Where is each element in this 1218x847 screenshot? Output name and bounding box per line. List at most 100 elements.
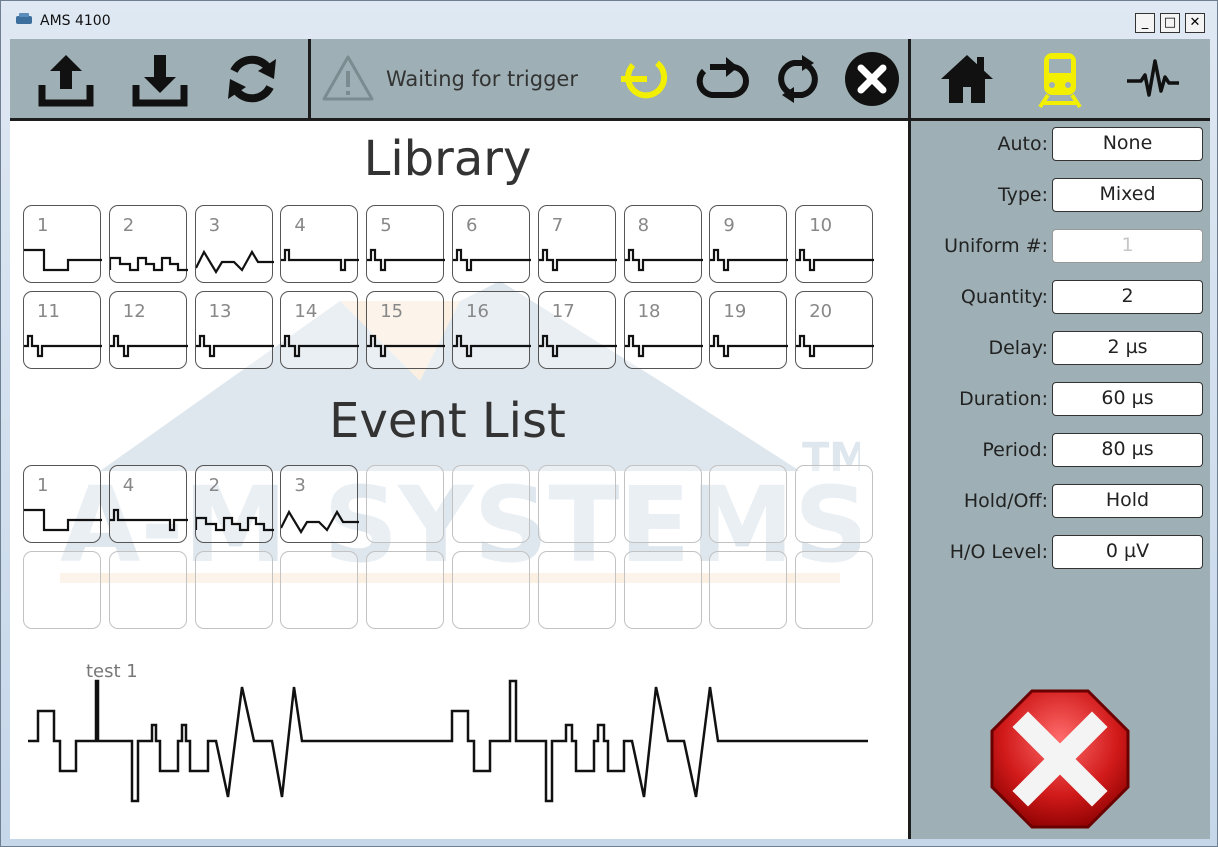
waveform-icon [710, 334, 789, 358]
event-list-title: Event List [329, 393, 566, 449]
waveform-icon [453, 248, 531, 272]
event-tile[interactable]: 3 [280, 465, 360, 543]
waveform-icon [710, 248, 789, 272]
event-tile[interactable] [537, 551, 616, 629]
app-logo-icon [16, 13, 32, 24]
library-tile[interactable]: 2 [108, 205, 188, 283]
waveform-icon [281, 248, 360, 272]
train-mode-button[interactable] [1028, 47, 1092, 111]
pulse-mode-button[interactable] [1121, 47, 1185, 111]
library-tile[interactable]: 13 [194, 291, 274, 369]
event-tile[interactable]: 2 [194, 465, 274, 543]
property-field: 1 [1052, 229, 1203, 263]
waveform-icon [195, 249, 274, 275]
property-field[interactable]: 2 µs [1052, 331, 1203, 365]
property-field[interactable]: 80 µs [1052, 433, 1203, 467]
library-tile[interactable]: 12 [108, 291, 188, 369]
library-tile[interactable]: 17 [537, 291, 617, 369]
event-tile[interactable] [452, 465, 530, 543]
repeat-icon [696, 57, 749, 98]
minimize-button[interactable]: _ [1135, 13, 1155, 33]
property-label: Period: [982, 439, 1048, 461]
library-title: Library [363, 131, 532, 187]
cancel-stop-button[interactable] [988, 687, 1132, 831]
property-field[interactable]: 60 µs [1052, 382, 1203, 416]
cycle-icon [778, 55, 818, 103]
home-button[interactable] [935, 47, 999, 111]
library-tile[interactable]: 10 [795, 205, 875, 283]
property-label: Auto: [997, 133, 1048, 155]
cycle-button[interactable] [766, 47, 830, 111]
trigger-icon [621, 60, 668, 99]
property-label: Delay: [988, 337, 1048, 359]
property-field[interactable]: 2 [1052, 280, 1203, 314]
waveform-icon [195, 516, 274, 532]
event-tile[interactable] [194, 551, 273, 629]
event-tile[interactable] [623, 551, 702, 629]
event-tile[interactable] [108, 551, 187, 629]
sequence-trace [28, 679, 868, 803]
library-tile[interactable]: 16 [452, 291, 531, 369]
stop-button[interactable] [840, 47, 904, 111]
event-tile[interactable] [452, 551, 530, 629]
properties-panel: Auto: None Type: Mixed Uniform #: 1 Quantity: 2… [908, 121, 1210, 839]
library-tile[interactable]: 11 [23, 291, 102, 369]
library-tile[interactable]: 8 [623, 205, 703, 283]
library-tile[interactable]: 3 [194, 205, 274, 283]
home-icon [941, 55, 993, 103]
event-tile[interactable] [23, 551, 101, 629]
waveform-icon [109, 256, 188, 272]
waveform-icon [195, 334, 274, 358]
library-tile[interactable]: 6 [452, 205, 531, 283]
library-tile[interactable]: 4 [280, 205, 360, 283]
trigger-button[interactable] [615, 47, 679, 111]
property-label: Type: [997, 184, 1048, 206]
repeat-button[interactable] [690, 47, 754, 111]
close-window-button[interactable]: ✕ [1185, 13, 1205, 33]
library-tile[interactable]: 15 [366, 291, 446, 369]
event-tile[interactable] [537, 465, 616, 543]
refresh-button[interactable] [220, 47, 284, 111]
library-tile[interactable]: 1 [23, 205, 102, 283]
event-tile[interactable] [795, 551, 874, 629]
event-tile[interactable] [280, 551, 359, 629]
pulse-icon [1127, 59, 1179, 97]
event-tile[interactable] [795, 465, 874, 543]
status-text: Waiting for trigger [386, 67, 578, 91]
title-bar: AMS 4100 _ □ ✕ [1, 1, 1218, 39]
maximize-button[interactable]: □ [1160, 13, 1180, 33]
library-panel: A-M SYSTEMS TM Library 1 2 3 4 5 6 7 8 9 10 11 12 13… [10, 121, 908, 839]
event-tile[interactable] [366, 551, 445, 629]
event-tile[interactable]: 4 [108, 465, 188, 543]
event-tile[interactable] [366, 465, 445, 543]
property-field[interactable]: 0 µV [1052, 535, 1203, 569]
waveform-icon [109, 508, 188, 532]
property-field[interactable]: None [1052, 127, 1203, 161]
library-tile[interactable]: 18 [623, 291, 703, 369]
waveform-icon [624, 248, 703, 272]
panel-border [910, 118, 1210, 121]
library-tile[interactable]: 20 [795, 291, 875, 369]
window-title: AMS 4100 [40, 13, 111, 29]
library-tile[interactable]: 14 [280, 291, 360, 369]
property-field[interactable]: Mixed [1052, 178, 1203, 212]
upload-icon [38, 55, 94, 107]
library-tile[interactable]: 19 [709, 291, 789, 369]
waveform-icon [281, 334, 360, 358]
event-tile[interactable]: 1 [23, 465, 102, 543]
waveform-icon [109, 334, 188, 358]
event-tile[interactable] [623, 465, 702, 543]
library-tile[interactable]: 9 [709, 205, 789, 283]
library-tile[interactable]: 7 [537, 205, 617, 283]
waveform-icon [367, 334, 446, 358]
waveform-icon [24, 334, 102, 358]
library-tile[interactable]: 5 [366, 205, 446, 283]
train-icon [1038, 53, 1082, 109]
waveform-icon [367, 248, 446, 272]
property-label: H/O Level: [949, 541, 1048, 563]
property-field[interactable]: Hold [1052, 484, 1203, 518]
event-tile[interactable] [709, 465, 788, 543]
upload-button[interactable] [34, 47, 98, 111]
download-button[interactable] [128, 47, 192, 111]
event-tile[interactable] [709, 551, 788, 629]
